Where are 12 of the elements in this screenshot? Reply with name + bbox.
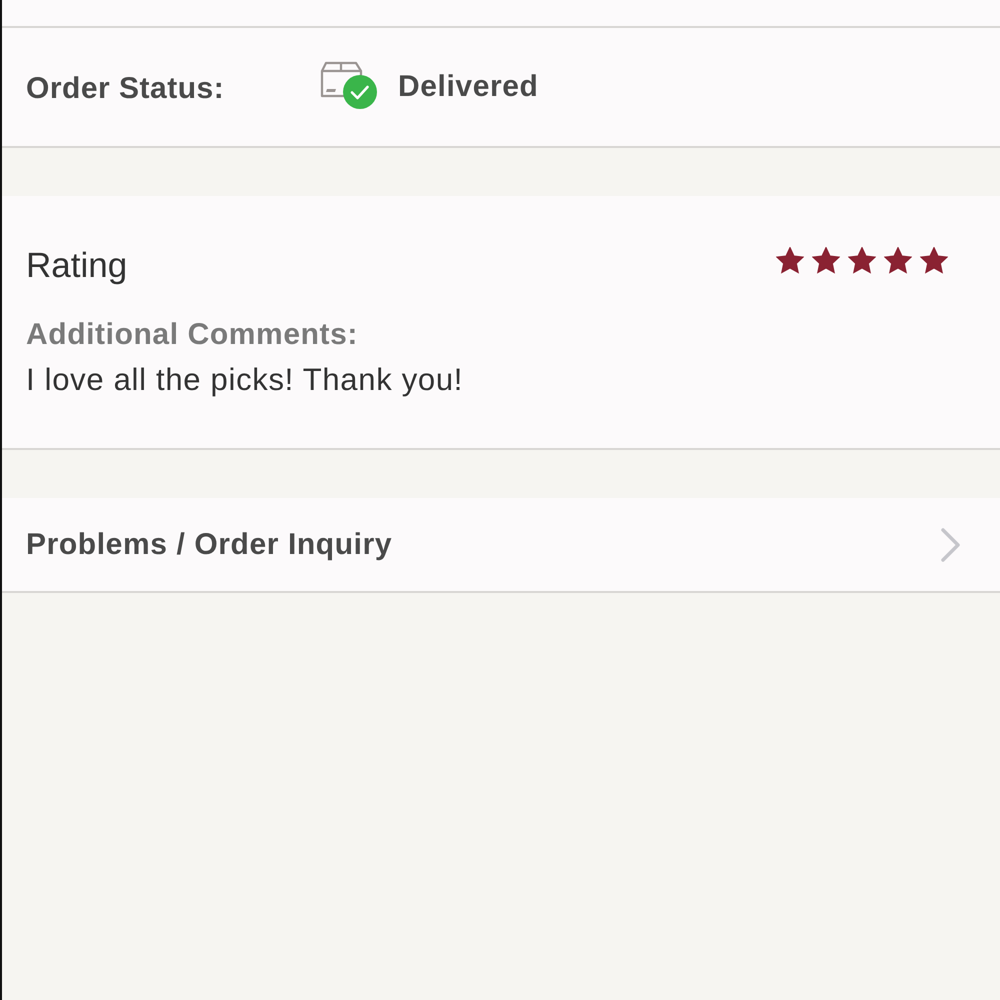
order-status-value: Delivered	[398, 70, 538, 104]
order-status-label: Order Status:	[26, 72, 226, 106]
star-icon	[920, 246, 948, 274]
star-icon	[812, 246, 840, 274]
chevron-right-icon	[940, 526, 962, 562]
comment-text: I love all the picks! Thank you!	[26, 362, 464, 398]
star-icon	[848, 246, 876, 274]
star-icon	[776, 246, 804, 274]
comments-label: Additional Comments:	[26, 318, 358, 352]
star-icon	[884, 246, 912, 274]
rating-title: Rating	[26, 246, 128, 286]
order-inquiry-button[interactable]: Problems / Order Inquiry	[2, 498, 1000, 593]
